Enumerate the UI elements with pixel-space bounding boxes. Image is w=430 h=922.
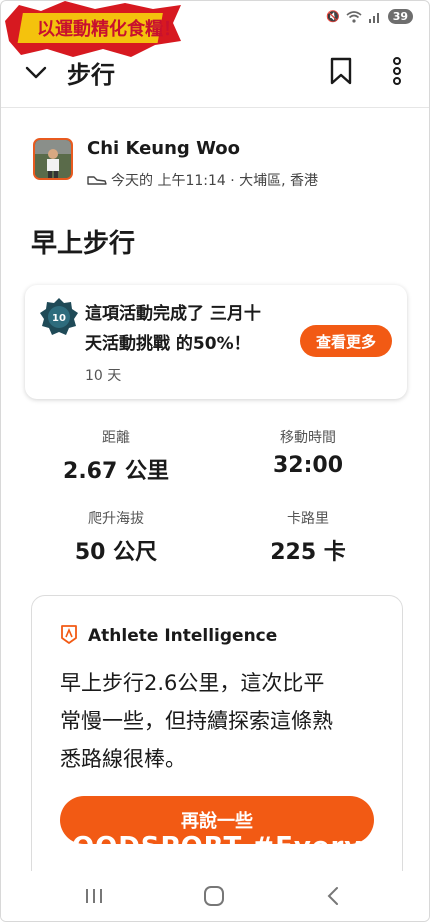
bookmark-icon[interactable]	[329, 57, 353, 85]
page-title: 步行	[67, 61, 115, 89]
intelligence-summary: 早上步行2.6公里，這次比平 常慢一些，但持續探索這條熟 悉路線很棒。	[60, 664, 380, 778]
challenge-line-2: 天活動挑戰 的50%！	[85, 334, 251, 354]
stat-label: 爬升海拔	[88, 511, 144, 527]
challenge-line-1: 這項活動完成了 三月十	[85, 304, 261, 324]
stat-distance: 距離 2.67 公里	[31, 427, 201, 485]
activity-meta: 今天的 上午11:14 · 大埔區, 香港	[87, 170, 318, 190]
more-options-icon[interactable]	[389, 55, 405, 87]
challenge-card[interactable]: 10 這項活動完成了 三月十 天活動挑戰 的50%！ 10 天 查看更多	[25, 285, 407, 399]
stat-label: 距離	[102, 430, 130, 446]
mute-icon: 🔇	[325, 10, 340, 23]
activity-meta-text: 今天的 上午11:14 · 大埔區, 香港	[111, 173, 319, 189]
athlete-name[interactable]: Chi Keung Woo	[87, 138, 240, 159]
stat-value: 225 卡	[270, 540, 346, 565]
home-icon[interactable]	[201, 883, 227, 909]
summary-line-1: 早上步行2.6公里，這次比平	[60, 671, 325, 695]
stat-calories: 卡路里 225 卡	[223, 508, 393, 566]
recent-apps-icon[interactable]	[81, 883, 107, 909]
top-nav: 步行	[1, 53, 429, 103]
stat-value: 50 公尺	[74, 540, 158, 565]
nav-divider	[1, 107, 429, 108]
status-bar: 🔇 39	[326, 9, 413, 24]
challenge-duration: 10 天	[85, 368, 122, 384]
chevron-down-icon[interactable]	[23, 59, 49, 85]
battery-indicator: 39	[387, 9, 413, 24]
system-navigation-bar	[1, 871, 429, 921]
intelligence-icon	[61, 625, 77, 644]
wifi-icon	[346, 10, 362, 23]
brand-logo: 以運動精化食糧！	[5, 1, 181, 57]
stat-value: 32:00	[272, 453, 344, 478]
challenge-text: 這項活動完成了 三月十 天活動挑戰 的50%！	[85, 299, 300, 359]
logo-text: 以運動精化食糧！	[37, 18, 181, 40]
intelligence-header: Athlete Intelligence	[88, 626, 278, 646]
back-icon[interactable]	[321, 883, 347, 909]
signal-icon	[368, 12, 379, 23]
stat-moving-time: 移動時間 32:00	[223, 427, 393, 478]
badge-number: 10	[52, 313, 66, 324]
summary-line-3: 悉路線很棒。	[60, 747, 186, 771]
activity-title: 早上步行	[31, 229, 136, 259]
stat-label: 卡路里	[287, 511, 329, 527]
summary-line-2: 常慢一些，但持續探索這條熟	[60, 709, 333, 733]
view-more-button[interactable]: 查看更多	[300, 325, 392, 357]
avatar[interactable]	[33, 138, 73, 180]
challenge-badge-icon: 10	[40, 298, 78, 335]
stat-label: 移動時間	[280, 430, 336, 446]
stat-elevation: 爬升海拔 50 公尺	[31, 508, 201, 566]
stat-value: 2.67 公里	[63, 459, 169, 484]
shoe-icon	[87, 176, 107, 185]
athlete-intelligence-card: Athlete Intelligence 早上步行2.6公里，這次比平 常慢一些…	[31, 595, 403, 897]
app-frame: 🔇 39 以運動精化食糧！ 步行 Chi Keung Woo 今天的 上午11:…	[0, 0, 430, 922]
